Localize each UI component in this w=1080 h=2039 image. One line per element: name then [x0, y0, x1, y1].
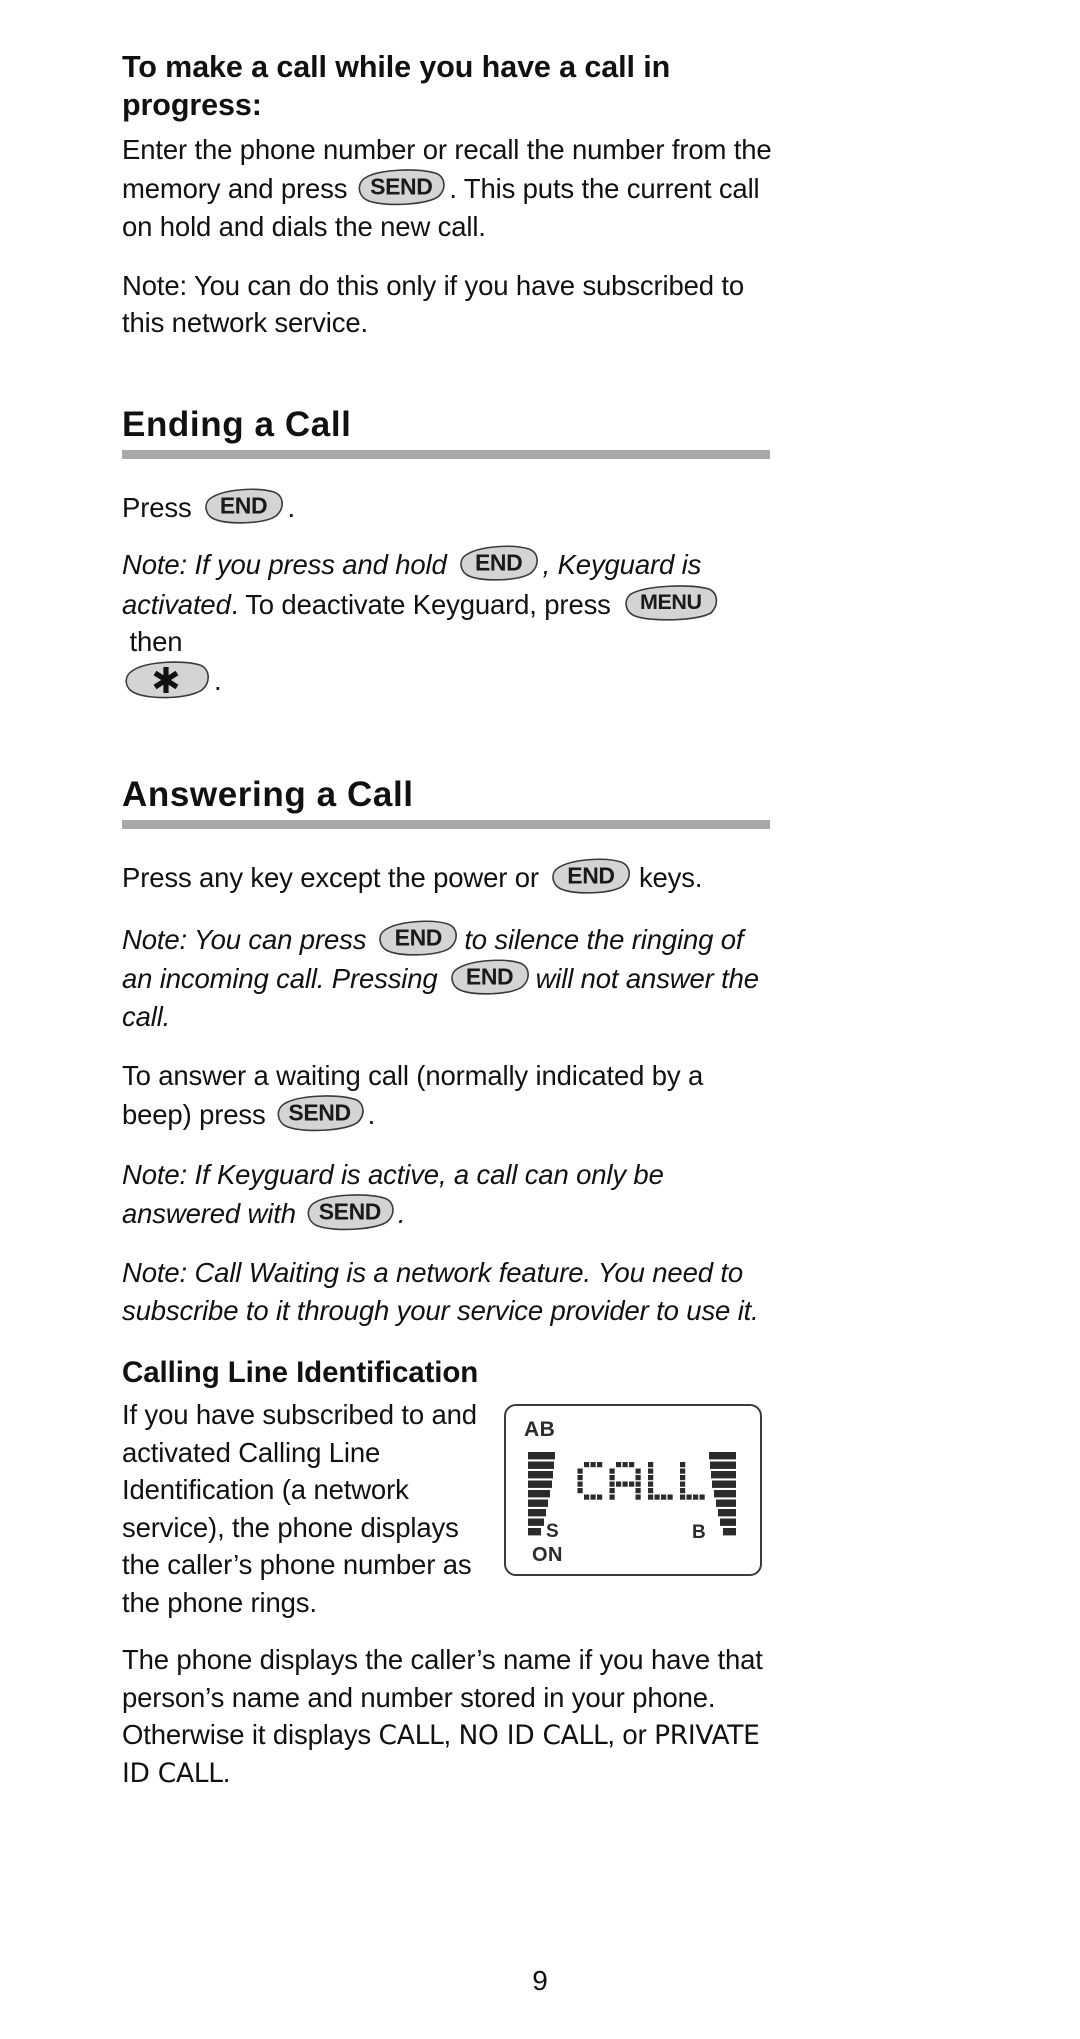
press-label: Press: [122, 491, 192, 523]
phone-lcd-display: AB S ON B: [504, 1404, 762, 1577]
paragraph-keyguard-note: Note: If you press and hold END , Keygua…: [122, 544, 772, 700]
keyguard-active-note-period: .: [397, 1198, 406, 1230]
keyguard-note-then: then: [129, 625, 183, 657]
svg-text:ON: ON: [532, 1544, 563, 1566]
paragraph-call-waiting-note: Note: Call Waiting is a network feature.…: [122, 1257, 759, 1326]
section-divider-ending-a-call: [122, 449, 770, 459]
section-heading-answering-a-call: Answering a Call: [122, 775, 414, 815]
paragraph-make-call: Enter the phone number or recall the num…: [122, 131, 772, 245]
paragraph-waiting-call: To answer a waiting call (normally indic…: [122, 1057, 772, 1134]
svg-text:AB: AB: [524, 1418, 555, 1441]
keyguard-note-end-period: .: [214, 665, 222, 697]
press-any-key-text-after: keys.: [638, 862, 703, 894]
send-key-icon: SEND: [355, 168, 447, 206]
spacer-answering-call: [122, 722, 980, 774]
paragraph-make-call-note: Note: You can do this only if you have s…: [122, 270, 745, 339]
end-key-icon-4: END: [376, 919, 460, 957]
end-key-icon-2: END: [457, 544, 541, 582]
section-heading-ending-a-call: Ending a Call: [122, 404, 352, 444]
svg-text:B: B: [692, 1522, 706, 1543]
end-key-icon-5: END: [448, 958, 532, 996]
display-word-call: CALL: [378, 1720, 444, 1752]
section-divider-answering-a-call: [122, 820, 770, 830]
display-word-no-id-call: NO ID CALL: [458, 1720, 608, 1752]
end-key-icon: END: [202, 487, 286, 525]
paragraph-calling-line-id: If you have subscribed to and activated …: [122, 1399, 477, 1618]
calling-line-id-text-column: If you have subscribed to and activated …: [122, 1396, 482, 1621]
manual-page: To make a call while you have a call in …: [0, 0, 1080, 2039]
svg-text:S: S: [546, 1521, 559, 1542]
end-key-icon-3: END: [549, 857, 633, 895]
keyguard-note-part-1: Note: If you press and hold: [122, 549, 447, 581]
waiting-call-period: .: [367, 1099, 376, 1131]
paragraph-press-any-key: Press any key except the power or END ke…: [122, 857, 772, 896]
spacer-after-rule-2: [122, 829, 980, 857]
paragraph-caller-name-display: The phone displays the caller’s name if …: [122, 1641, 772, 1792]
send-key-icon-3: SEND: [304, 1193, 396, 1231]
paragraph-keyguard-active-note: Note: If Keyguard is active, a call can …: [122, 1156, 772, 1233]
silence-note-part-1: Note: You can press: [122, 923, 367, 955]
display-sep-1: ,: [443, 1719, 452, 1751]
waiting-call-text-before: To answer a waiting call (normally indic…: [122, 1059, 704, 1131]
press-end-period: .: [287, 491, 296, 523]
display-final-period: .: [222, 1757, 231, 1789]
keyguard-note-part-4: [122, 626, 130, 657]
display-sep-2: ,: [607, 1719, 615, 1751]
page-heading-make-call: To make a call while you have a call in …: [122, 50, 671, 123]
subsection-heading-calling-line-identification: Calling Line Identification: [122, 1356, 479, 1390]
calling-line-id-columns: If you have subscribed to and activated …: [122, 1396, 980, 1621]
display-or: or: [622, 1719, 647, 1751]
lcd-display-column: AB S ON B: [482, 1396, 762, 1577]
spacer-after-rule-1: [122, 459, 980, 487]
press-any-key-text-before: Press any key except the power or: [122, 862, 539, 894]
paragraph-press-end: Press END .: [122, 487, 772, 526]
send-key-icon-2: SEND: [274, 1094, 366, 1132]
asterisk-key-icon: [122, 660, 212, 700]
spacer-ending-call: [122, 364, 980, 404]
menu-key-icon: MENU: [621, 584, 721, 622]
paragraph-silence-ringing-note: Note: You can press END to silence the r…: [122, 919, 772, 1035]
page-number: 9: [532, 1965, 548, 1996]
keyguard-note-part-3: . To deactivate Keyguard, press: [230, 588, 611, 620]
